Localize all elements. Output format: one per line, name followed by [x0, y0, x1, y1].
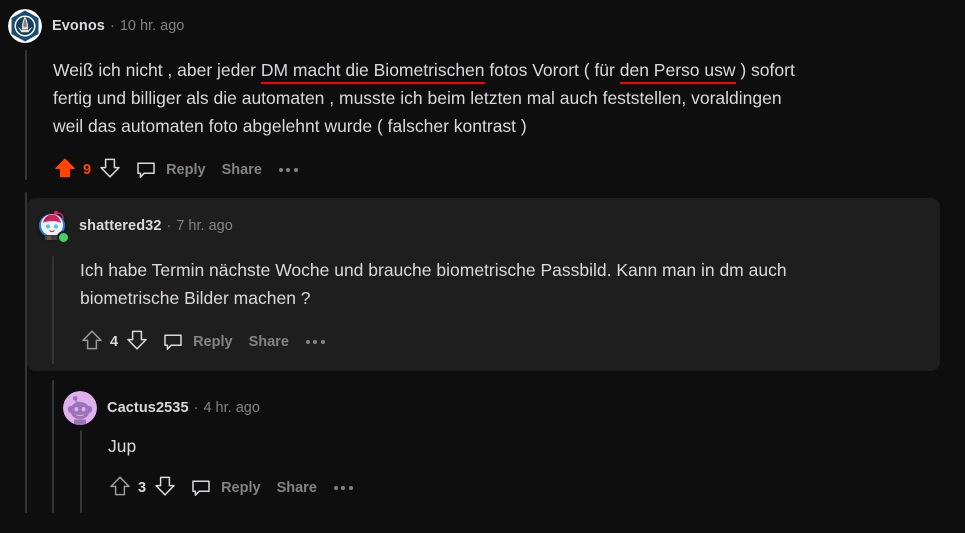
comment-actions: 9 Reply Share	[53, 157, 298, 183]
vote-group: 3	[108, 475, 177, 501]
comment-header: shattered32 · 7 hr. ago	[35, 209, 233, 244]
more-options-icon[interactable]	[278, 168, 298, 172]
avatar[interactable]	[35, 209, 70, 244]
avatar[interactable]	[8, 9, 42, 43]
comment-timestamp: 4 hr. ago	[203, 400, 260, 416]
comment-timestamp: 10 hr. ago	[119, 18, 185, 34]
comment-cactus2535: Cactus2535 · 4 hr. ago Jup 3 Reply Share	[0, 385, 965, 533]
reply-button[interactable]: Reply	[221, 480, 261, 496]
reply-button[interactable]: Reply	[193, 334, 233, 350]
comment-body: Ich habe Termin nächste Woche und brauch…	[80, 256, 787, 312]
comment-header: Cactus2535 · 4 hr. ago	[63, 391, 260, 425]
avatar[interactable]	[63, 391, 97, 425]
comment-body-line: fertig und billiger als die automaten , …	[53, 88, 782, 108]
upvote-arrow-icon[interactable]	[80, 328, 104, 357]
vote-score: 3	[138, 480, 147, 496]
comment-bubble-icon[interactable]	[190, 477, 212, 499]
comment-shattered32: shattered32 · 7 hr. ago Ich habe Termin …	[0, 198, 965, 371]
comment-body-line: weil das automaten foto abgelehnt wurde …	[53, 116, 527, 136]
more-options-icon[interactable]	[333, 486, 353, 490]
comment-author[interactable]: shattered32	[79, 218, 162, 234]
comment-header: Evonos · 10 hr. ago	[8, 9, 184, 43]
comment-body-line: biometrische Bilder machen ?	[80, 288, 311, 308]
annotated-text-run: den Perso usw	[619, 60, 736, 80]
comment-bubble-icon[interactable]	[162, 331, 184, 353]
text-run: ) sofort	[735, 60, 795, 80]
downvote-arrow-icon[interactable]	[98, 156, 122, 185]
vote-group: 9	[53, 157, 122, 183]
vote-score: 9	[83, 162, 92, 178]
share-button[interactable]: Share	[277, 480, 317, 496]
comment-body-line: Jup	[108, 436, 137, 456]
vote-group: 4	[80, 329, 149, 355]
comment-author[interactable]: Cactus2535	[107, 400, 189, 416]
comment-body-line: Ich habe Termin nächste Woche und brauch…	[80, 260, 787, 280]
comment-evonos: Evonos · 10 hr. ago Weiß ich nicht , abe…	[0, 0, 965, 195]
comment-bubble-icon[interactable]	[135, 159, 157, 181]
comment-body-line: Weiß ich nicht , aber jeder DM macht die…	[53, 56, 795, 84]
upvote-arrow-icon[interactable]	[53, 156, 77, 185]
annotated-text-run: DM macht die Biometrischen	[260, 60, 485, 80]
online-status-indicator	[57, 231, 70, 244]
reply-button[interactable]: Reply	[166, 162, 206, 178]
meta-separator: ·	[166, 218, 172, 234]
downvote-arrow-icon[interactable]	[125, 328, 149, 357]
downvote-arrow-icon[interactable]	[153, 474, 177, 503]
meta-separator: ·	[109, 18, 115, 34]
comment-timestamp: 7 hr. ago	[176, 218, 233, 234]
comment-body: Jup	[108, 432, 136, 460]
meta-separator: ·	[193, 400, 199, 416]
more-options-icon[interactable]	[305, 340, 325, 344]
text-run: Weiß ich nicht , aber jeder	[53, 60, 261, 80]
comment-body: Weiß ich nicht , aber jeder DM macht die…	[53, 56, 795, 140]
share-button[interactable]: Share	[222, 162, 262, 178]
upvote-arrow-icon[interactable]	[108, 474, 132, 503]
comment-actions: 3 Reply Share	[108, 475, 353, 501]
comment-thread-page: Evonos · 10 hr. ago Weiß ich nicht , abe…	[0, 0, 965, 533]
vote-score: 4	[110, 334, 119, 350]
comment-author[interactable]: Evonos	[52, 18, 105, 34]
comment-actions: 4 Reply Share	[80, 329, 325, 355]
purple-snoo-avatar-icon	[63, 391, 97, 425]
navy-compass-emblem-avatar-icon	[8, 9, 42, 43]
text-run: fotos Vorort ( für	[484, 60, 620, 80]
share-button[interactable]: Share	[249, 334, 289, 350]
